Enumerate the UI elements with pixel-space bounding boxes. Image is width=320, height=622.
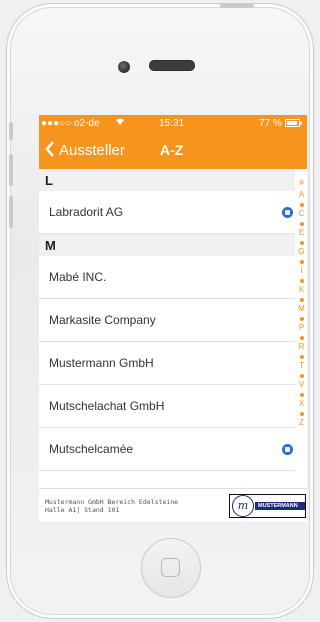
index-dot [300, 222, 304, 226]
screen: ●●●○○ o2-de 15:31 77 % Aussteller A-Z L [39, 115, 307, 522]
list-item[interactable]: Labradorit AG [39, 191, 295, 234]
chevron-left-icon [45, 141, 55, 159]
list-item[interactable]: Mutschelachat GmbH [39, 385, 295, 428]
mustermann-logo: m MUSTERMANN [229, 494, 306, 518]
banner-text-line2: Halle A1| Stand 101 [45, 506, 120, 514]
sponsor-banner[interactable]: Mustermann GmbH Bereich Edelsteine Halle… [39, 488, 307, 522]
list-item[interactable]: Mustermann GmbH [39, 342, 295, 385]
list-item[interactable]: Mabé INC. [39, 256, 295, 299]
back-button-label: Aussteller [59, 141, 125, 159]
time-label: 15:31 [159, 118, 185, 129]
index-item[interactable]: I [296, 267, 307, 275]
phone-frame: ●●●○○ o2-de 15:31 77 % Aussteller A-Z L [6, 3, 314, 619]
index-item[interactable]: Z [296, 419, 307, 427]
power-button [220, 4, 254, 8]
info-icon [282, 207, 293, 218]
index-item[interactable]: # [296, 179, 307, 187]
index-dot [300, 298, 304, 302]
info-icon [282, 444, 293, 455]
index-item[interactable]: E [296, 229, 307, 237]
index-item[interactable]: M [296, 305, 307, 313]
index-dot [300, 374, 304, 378]
index-dot [300, 393, 304, 397]
mute-switch [9, 122, 13, 140]
index-dot [300, 260, 304, 264]
index-dot [300, 279, 304, 283]
index-dot [300, 412, 304, 416]
exhibitor-list: L Labradorit AG M Mabé INC. Markasite Co… [39, 169, 295, 488]
earpiece-speaker [149, 60, 195, 71]
page-title: A-Z [160, 142, 184, 158]
home-button[interactable] [141, 538, 201, 598]
index-item[interactable]: V [296, 381, 307, 389]
back-button[interactable]: Aussteller [45, 141, 125, 159]
volume-up-button [9, 154, 13, 186]
banner-text-line1: Mustermann GmbH Bereich Edelsteine [45, 498, 179, 506]
index-item[interactable]: C [296, 210, 307, 218]
carrier-label: ●●●○○ o2-de [41, 118, 100, 129]
index-item[interactable]: G [296, 248, 307, 256]
index-item[interactable]: T [296, 362, 307, 370]
index-item[interactable]: R [296, 343, 307, 351]
front-camera [118, 61, 130, 73]
index-dot [300, 241, 304, 245]
index-dot [300, 203, 304, 207]
index-item[interactable]: X [296, 400, 307, 408]
section-index[interactable]: # A C E G I K M P R T V X Z [296, 169, 307, 488]
list-item[interactable]: Mutschelcamée [39, 428, 295, 471]
battery-icon [285, 119, 303, 130]
index-dot [300, 355, 304, 359]
index-dot [300, 336, 304, 340]
battery-label: 77 % [259, 118, 282, 129]
navigation-bar: Aussteller A-Z [39, 132, 307, 169]
index-dot [300, 317, 304, 321]
list-item[interactable]: Markasite Company [39, 299, 295, 342]
index-item[interactable]: K [296, 286, 307, 294]
logo-text: MUSTERMANN [255, 502, 305, 510]
index-item[interactable]: A [296, 191, 307, 199]
section-header-l: L [39, 169, 295, 191]
volume-down-button [9, 196, 13, 228]
wifi-icon [115, 117, 125, 129]
home-square-icon [161, 558, 180, 577]
logo-mark-icon: m [232, 495, 254, 517]
index-item[interactable]: P [296, 324, 307, 332]
section-header-m: M [39, 234, 295, 256]
status-bar: ●●●○○ o2-de 15:31 77 % [39, 115, 307, 132]
